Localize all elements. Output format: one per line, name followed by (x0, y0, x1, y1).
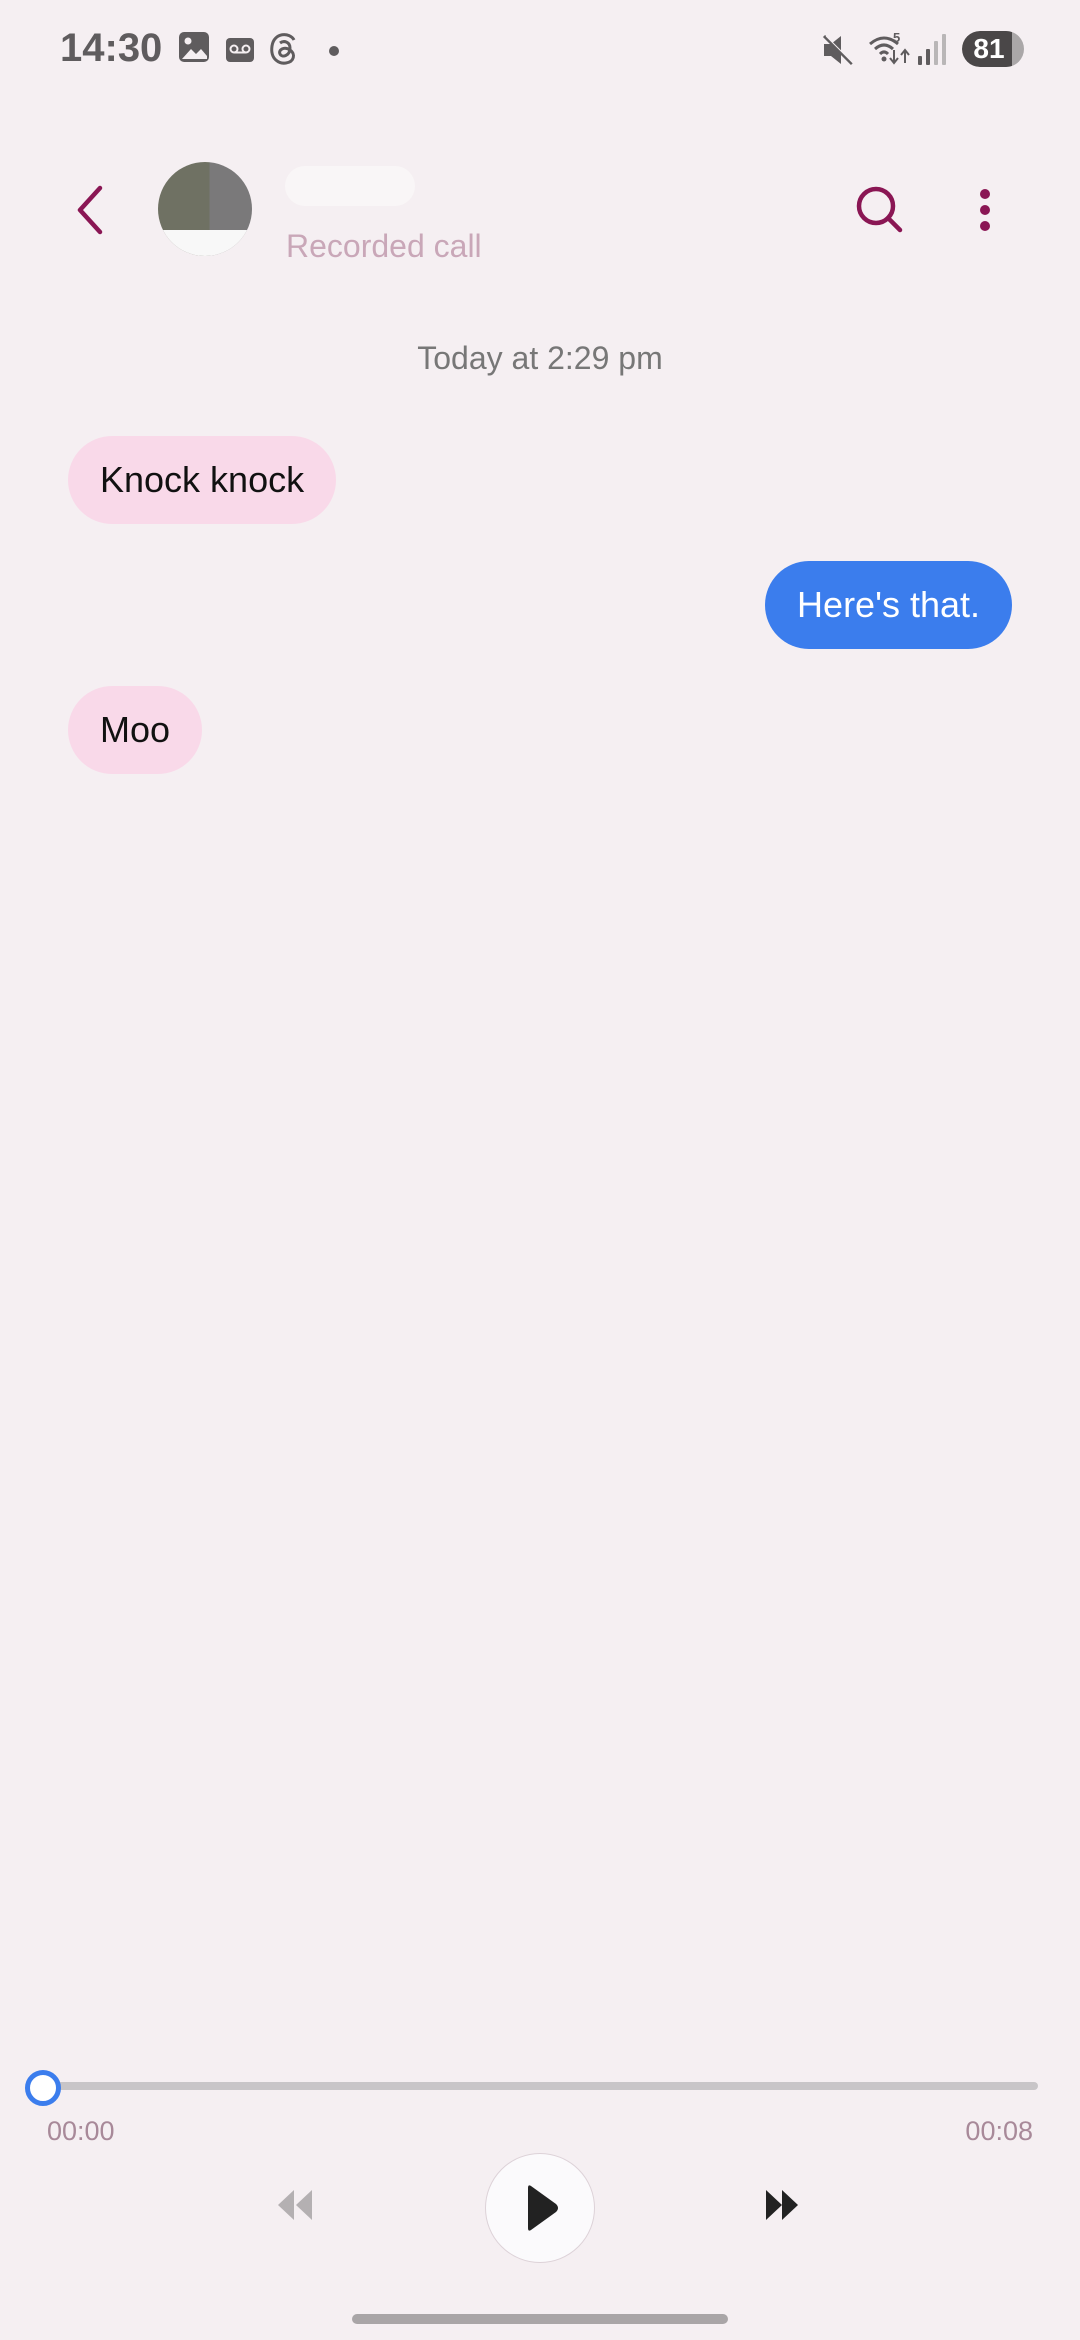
seek-track (40, 2082, 1038, 2090)
mute-icon (822, 34, 856, 71)
rewind-icon (278, 2190, 312, 2220)
dot-icon (328, 44, 340, 62)
subtitle: Recorded call (286, 228, 482, 264)
home-indicator[interactable] (352, 2314, 728, 2324)
signal-icon (916, 32, 946, 71)
play-icon (528, 2185, 558, 2231)
contact-name (285, 160, 415, 206)
date-separator: Today at 2:29 pm (417, 340, 663, 376)
search-icon (856, 186, 903, 233)
fast-forward-button[interactable] (758, 2180, 818, 2230)
voicemail-icon (226, 38, 254, 67)
message-bubble-incoming[interactable]: Knock knock (68, 436, 337, 524)
duration: 00:08 (965, 2116, 1033, 2146)
avatar[interactable] (158, 162, 252, 256)
redacted-name (285, 166, 415, 206)
rewind-button[interactable] (270, 2180, 330, 2230)
search-button[interactable] (850, 180, 910, 240)
battery-indicator: 81 (962, 31, 1024, 67)
message-bubble-outgoing[interactable]: Here's that. (765, 561, 1012, 649)
conversation-header: Recorded call (0, 150, 1080, 270)
gallery-icon (178, 30, 210, 69)
seek-thumb[interactable] (25, 2070, 61, 2106)
seek-bar[interactable] (25, 2070, 1038, 2106)
status-time: 14:30 (60, 26, 163, 70)
more-vert-icon (980, 189, 990, 231)
chevron-left-icon (77, 185, 103, 235)
fast-forward-icon (766, 2190, 798, 2220)
wifi-label: 5 (893, 30, 900, 45)
current-time: 00:00 (47, 2116, 115, 2146)
play-button[interactable] (485, 2153, 595, 2263)
battery-percent: 81 (973, 33, 1005, 64)
more-options-button[interactable] (960, 180, 1010, 240)
back-button[interactable] (64, 180, 124, 240)
status-bar: 14:30 5 81 (0, 0, 1080, 100)
message-bubble-incoming[interactable]: Moo (68, 686, 203, 774)
threads-icon (268, 30, 300, 71)
wifi-icon: 5 (868, 30, 912, 71)
